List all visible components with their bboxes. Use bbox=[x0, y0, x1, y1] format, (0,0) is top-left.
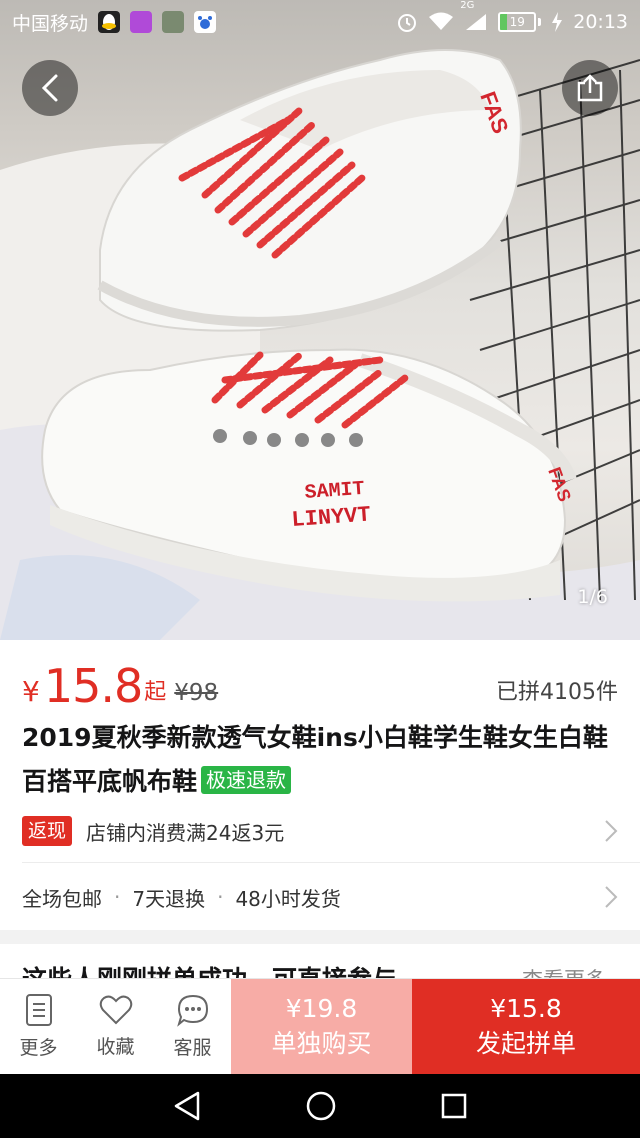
nav-back-icon[interactable] bbox=[172, 1090, 202, 1122]
nav-home-icon[interactable] bbox=[305, 1090, 337, 1122]
price-row: ¥ 15.8 起 ¥98 已拼4105件 bbox=[22, 656, 618, 712]
favorite-button[interactable]: 收藏 bbox=[77, 979, 154, 1074]
gallery-app-icon bbox=[130, 11, 153, 33]
baidu-app-icon bbox=[194, 11, 217, 33]
chevron-left-icon bbox=[41, 74, 58, 102]
alarm-icon bbox=[398, 14, 417, 32]
buy-alone-button[interactable]: ¥19.8 单独购买 bbox=[231, 979, 412, 1074]
heart-icon bbox=[99, 995, 132, 1025]
network-type-label: 2G bbox=[460, 0, 475, 11]
product-title: 2019夏秋季新款透气女鞋ins小白鞋学生鞋女生白鞋百搭平底帆布鞋 极速退款 bbox=[22, 716, 622, 804]
group-price: 15.8 bbox=[43, 659, 143, 713]
group-buy-title: 这些人刚刚拼单成功，可直接参与 bbox=[22, 960, 397, 978]
group-buy-section-header[interactable]: 这些人刚刚拼单成功，可直接参与 查看更多 bbox=[0, 944, 640, 978]
service-item: 7天退换 bbox=[132, 886, 206, 911]
product-detail-page: FAS SAMIT LINYVT FAS 中国移动 2G 19 20:13 1/… bbox=[0, 0, 640, 1138]
charging-icon bbox=[552, 12, 563, 32]
fast-refund-tag: 极速退款 bbox=[201, 766, 292, 794]
nav-recents-icon[interactable] bbox=[440, 1092, 468, 1120]
more-label: 更多 bbox=[19, 1037, 58, 1059]
product-photo: FAS SAMIT LINYVT FAS bbox=[0, 49, 640, 640]
cashback-badge: 返现 bbox=[22, 816, 73, 846]
favorite-label: 收藏 bbox=[96, 1036, 135, 1058]
list-icon bbox=[25, 994, 52, 1026]
chat-bubble-icon bbox=[176, 994, 208, 1027]
cashback-text: 店铺内消费满24返3元 bbox=[86, 820, 285, 845]
currency-symbol: ¥ bbox=[22, 675, 40, 708]
image-page-indicator: 1/6 bbox=[577, 586, 608, 608]
customer-service-button[interactable]: 客服 bbox=[154, 979, 231, 1074]
start-group-buy-button[interactable]: ¥15.8 发起拼单 bbox=[412, 979, 640, 1074]
chevron-right-icon bbox=[605, 820, 618, 842]
chevron-right-icon bbox=[605, 886, 618, 908]
battery-level: 19 bbox=[509, 15, 525, 29]
view-more-link[interactable]: 查看更多 bbox=[522, 964, 606, 978]
original-price: ¥98 bbox=[174, 680, 219, 706]
share-button[interactable] bbox=[562, 60, 618, 116]
back-button[interactable] bbox=[22, 60, 78, 116]
section-separator bbox=[0, 930, 640, 944]
sold-count: 已拼4105件 bbox=[496, 680, 618, 705]
buy-alone-price: ¥19.8 bbox=[285, 993, 358, 1023]
cashback-promo-row[interactable]: 返现 店铺内消费满24返3元 bbox=[0, 806, 640, 856]
customer-service-label: 客服 bbox=[173, 1037, 212, 1059]
group-buy-price: ¥15.8 bbox=[490, 993, 562, 1023]
svg-text:SAMIT: SAMIT bbox=[304, 478, 365, 505]
service-guarantee-row[interactable]: 全场包邮 · 7天退换 · 48小时发货 bbox=[0, 868, 640, 926]
battery-icon: 19 bbox=[498, 12, 542, 32]
wifi-icon bbox=[429, 12, 454, 30]
more-button[interactable]: 更多 bbox=[0, 979, 77, 1074]
carrier-label: 中国移动 bbox=[12, 12, 89, 35]
buy-alone-label: 单独购买 bbox=[271, 1028, 372, 1058]
product-image-gallery[interactable]: FAS SAMIT LINYVT FAS 中国移动 2G 19 20:13 1/… bbox=[0, 0, 640, 640]
group-buy-label: 发起拼单 bbox=[475, 1028, 576, 1058]
service-item: 全场包邮 bbox=[22, 886, 102, 911]
divider bbox=[22, 862, 640, 863]
photo-app-icon bbox=[162, 11, 185, 33]
clock: 20:13 bbox=[573, 11, 628, 33]
status-bar: 中国移动 2G 19 20:13 bbox=[0, 0, 640, 44]
product-title-text: 2019夏秋季新款透气女鞋ins小白鞋学生鞋女生白鞋百搭平底帆布鞋 bbox=[22, 723, 608, 796]
system-navigation-bar bbox=[0, 1074, 640, 1138]
service-item: 48小时发货 bbox=[235, 886, 341, 911]
signal-icon bbox=[466, 14, 487, 30]
bottom-action-bar: 更多 收藏 客服 ¥19.8 单独购买 ¥15.8 发起拼单 bbox=[0, 978, 640, 1074]
qq-icon bbox=[98, 11, 121, 33]
share-icon bbox=[577, 74, 603, 102]
price-suffix: 起 bbox=[144, 680, 167, 705]
